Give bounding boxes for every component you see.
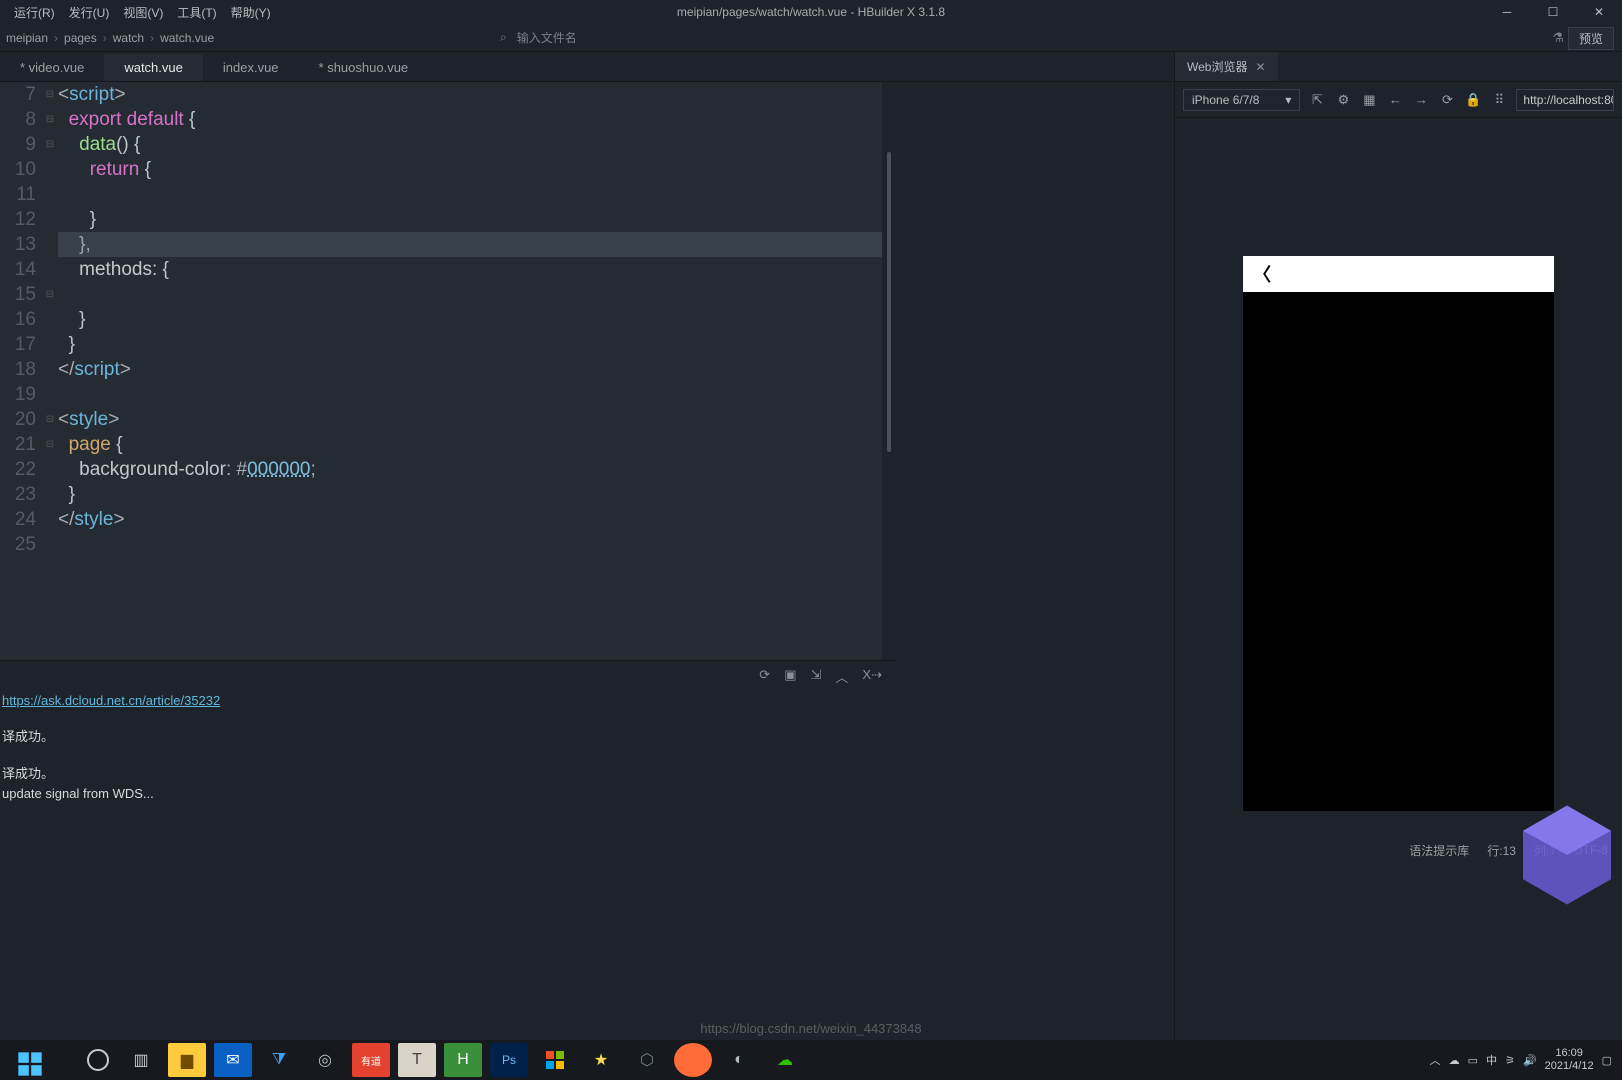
tray-battery-icon[interactable]: ▭ [1468,1054,1478,1067]
screenshot-icon[interactable]: ▦ [1360,92,1378,108]
crumb-2[interactable]: watch [113,31,144,45]
tab-video[interactable]: * video.vue [0,54,104,81]
task-app3[interactable]: ◐ [720,1043,758,1077]
tab-shuoshuo[interactable]: * shuoshuo.vue [299,54,429,81]
task-snip[interactable] [536,1043,574,1077]
nav-back-icon[interactable]: ← [1386,92,1404,107]
web-browser-panel: Web浏览器 ✕ iPhone 6/7/8 ▾ ⇱ ⚙ ▦ ← → ⟳ 🔒 ⠿ … [1174,52,1622,1080]
tray-volume-icon[interactable]: 🔊 [1523,1054,1537,1067]
console-close-icon[interactable]: X⇢ [862,667,882,686]
browser-tab-close-icon[interactable]: ✕ [1255,60,1265,74]
task-explorer[interactable]: ▆ [168,1043,206,1077]
crumb-3[interactable]: watch.vue [160,31,214,45]
console-stop-icon[interactable]: ▣ [784,667,796,686]
task-hbuilder[interactable]: H [444,1043,482,1077]
menu-help[interactable]: 帮助(Y) [225,2,277,23]
menu-bar: 运行(R) 发行(U) 视图(V) 工具(T) 帮助(Y) [0,2,277,23]
sub-toolbar: meipian› pages› watch› watch.vue ⌕ 输入文件名… [0,24,1622,52]
crumb-0[interactable]: meipian [6,31,48,45]
menu-tool[interactable]: 工具(T) [171,2,222,23]
console-panel: ⟳ ▣ ⇲ ︿ X⇢ https://ask.dcloud.net.cn/art… [0,660,896,856]
fold-gutter: ⊟⊟⊟⊟⊟⊟ [42,82,58,660]
line-number-gutter: 78910111213141516171819202122232425 [0,82,42,660]
maximize-button[interactable]: ☐ [1530,0,1576,24]
gear-icon[interactable]: ⚙ [1334,92,1352,108]
app-title: meipian/pages/watch/watch.vue - HBuilder… [677,5,945,19]
browser-tabbar: Web浏览器 ✕ [1175,52,1622,82]
task-view[interactable]: ▥ [122,1043,160,1077]
task-app1[interactable]: ★ [582,1043,620,1077]
phone-navbar: 〈 [1243,256,1554,292]
device-selector[interactable]: iPhone 6/7/8 ▾ [1183,89,1300,111]
filter-icon[interactable]: ⚗ [1552,30,1564,46]
browser-tab-title: Web浏览器 [1187,58,1247,75]
tray-chevron-up-icon[interactable]: ︿ [1430,1052,1441,1068]
tray-cloud-icon[interactable]: ☁ [1449,1054,1460,1067]
menu-release[interactable]: 发行(U) [63,2,116,23]
console-export-icon[interactable]: ⇲ [811,667,822,686]
crumb-1[interactable]: pages [64,31,97,45]
search-placeholder: 输入文件名 [517,29,577,46]
refresh-icon[interactable]: ⟳ [1438,92,1456,108]
export-icon[interactable]: ⇱ [1308,92,1326,108]
preview-button[interactable]: 预览 [1568,27,1614,50]
console-line: 译成功。 [0,761,896,784]
code-area[interactable]: <script> export default { data() { retur… [58,82,896,660]
console-line: update signal from WDS... [0,784,896,803]
status-encoding[interactable]: UTF-8 [1574,843,1608,857]
status-syntax[interactable]: 语法提示库 [1409,842,1469,859]
back-icon[interactable]: 〈 [1253,261,1271,287]
minimap-scrollbar[interactable] [882,82,896,660]
minimize-button[interactable]: ─ [1484,0,1530,24]
menu-run[interactable]: 运行(R) [8,2,61,23]
nav-forward-icon[interactable]: → [1412,92,1430,107]
search-icon: ⌕ [500,30,507,45]
console-restart-icon[interactable]: ⟳ [759,667,770,686]
task-vscode[interactable]: ⧩ [260,1043,298,1077]
breadcrumb: meipian› pages› watch› watch.vue [6,31,214,45]
current-line-highlight [58,232,882,257]
tray-ime[interactable]: 中 [1486,1052,1497,1068]
task-generic-t[interactable]: T [398,1043,436,1077]
lock-icon[interactable]: 🔒 [1464,92,1482,108]
tray-notifications-icon[interactable]: ▢ [1602,1054,1612,1067]
status-line: 行:13 [1487,842,1516,859]
chevron-down-icon: ▾ [1285,93,1291,107]
code-editor[interactable]: 78910111213141516171819202122232425 ⊟⊟⊟⊟… [0,82,896,660]
qr-icon[interactable]: ⠿ [1490,92,1508,108]
task-wechat[interactable]: ☁ [766,1043,804,1077]
system-tray: ︿ ☁ ▭ 中 ⚞ 🔊 16:092021/4/12 ▢ [1430,1040,1612,1080]
tray-wifi-icon[interactable]: ⚞ [1505,1054,1515,1067]
window-controls: ─ ☐ ✕ [1484,0,1622,24]
title-bar: 运行(R) 发行(U) 视图(V) 工具(T) 帮助(Y) meipian/pa… [0,0,1622,24]
start-button[interactable] [16,1050,44,1078]
ide-status-bar: 语法提示库 行:13 列:7 UTF-8 [1362,838,1622,862]
url-input[interactable]: http://localhost:8080/#/p [1516,89,1614,111]
windows-taskbar: ▥ ▆ ✉ ⧩ ◎ 有道 T H Ps ★ ⬡ ◐ ☁ ︿ ☁ ▭ 中 ⚞ 🔊 … [0,1040,1622,1080]
console-link[interactable]: https://ask.dcloud.net.cn/article/35232 [2,693,220,708]
console-toolbar: ⟳ ▣ ⇲ ︿ X⇢ [759,667,882,686]
status-col: 列:7 [1534,842,1556,859]
phone-preview: 〈 [1243,256,1554,811]
task-photoshop[interactable]: Ps [490,1043,528,1077]
task-youdao[interactable]: 有道 [352,1043,390,1077]
file-search[interactable]: ⌕ 输入文件名 [500,29,577,46]
console-collapse-icon[interactable]: ︿ [835,667,848,686]
task-search[interactable] [76,1043,114,1077]
menu-view[interactable]: 视图(V) [117,2,169,23]
tray-clock[interactable]: 16:092021/4/12 [1545,1047,1594,1073]
task-app2[interactable]: ⬡ [628,1043,666,1077]
console-line: 译成功。 [0,724,896,747]
task-chrome[interactable]: ◎ [306,1043,344,1077]
task-mail[interactable]: ✉ [214,1043,252,1077]
browser-tab[interactable]: Web浏览器 ✕ [1175,52,1278,81]
close-button[interactable]: ✕ [1576,0,1622,24]
tab-index[interactable]: index.vue [203,54,299,81]
tab-watch[interactable]: watch.vue [104,54,203,81]
browser-toolbar: iPhone 6/7/8 ▾ ⇱ ⚙ ▦ ← → ⟳ 🔒 ⠿ http://lo… [1175,82,1622,118]
task-postman[interactable] [674,1043,712,1077]
